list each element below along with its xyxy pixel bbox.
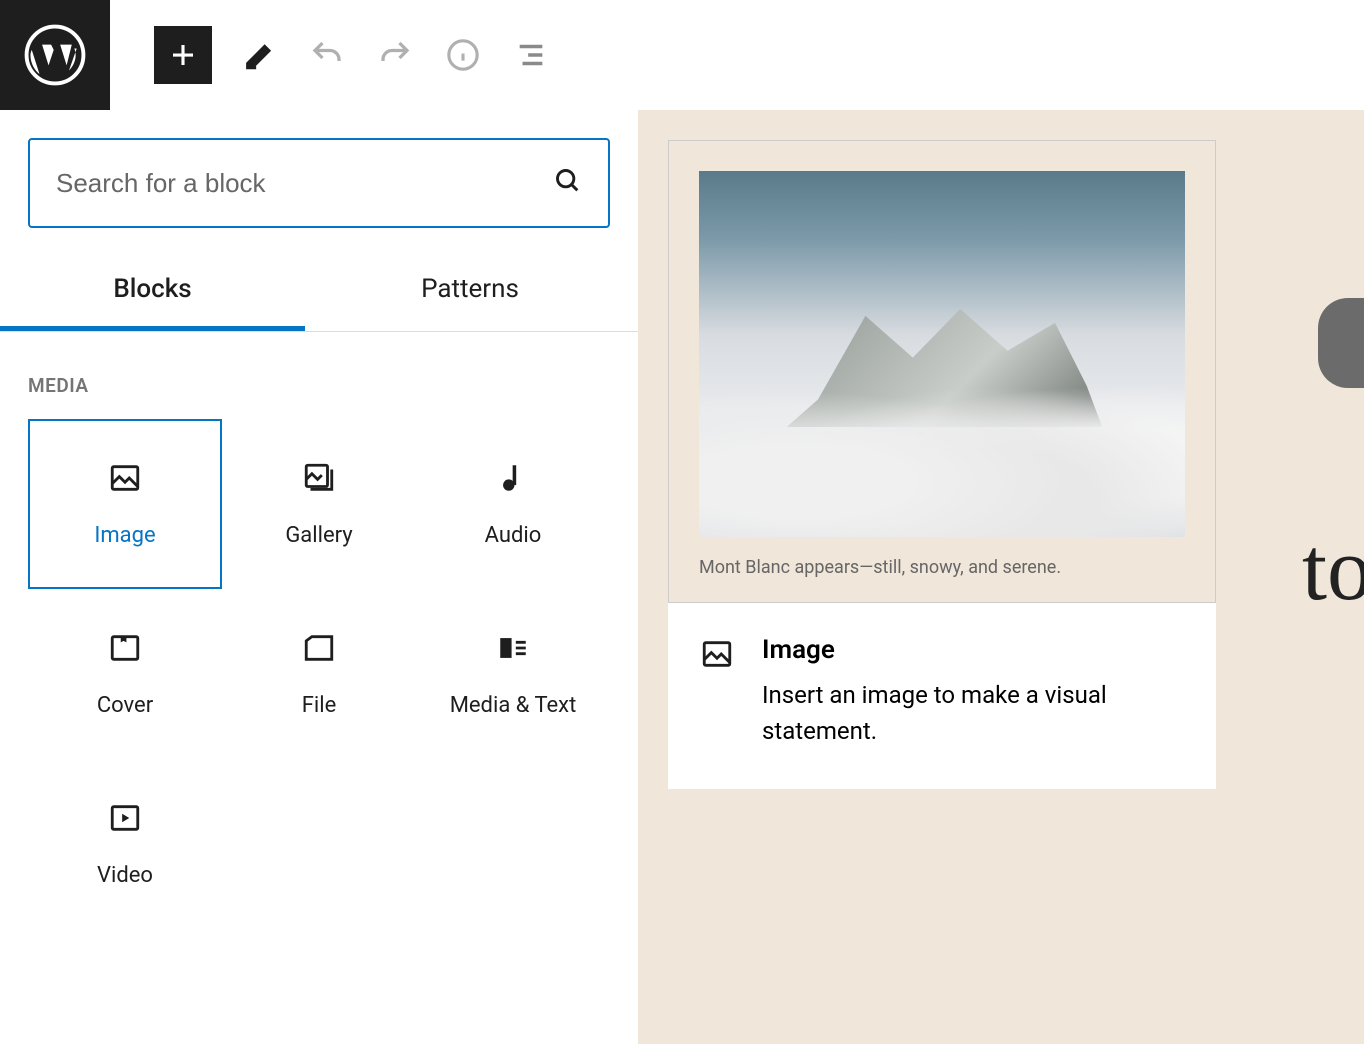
image-icon (108, 461, 142, 495)
preview-caption: Mont Blanc appears—still, snowy, and ser… (699, 537, 1185, 602)
block-label: File (302, 693, 337, 718)
block-image[interactable]: Image (28, 419, 222, 589)
info-title: Image (762, 635, 1184, 665)
tab-blocks[interactable]: Blocks (0, 252, 305, 331)
search-icon (554, 167, 582, 199)
list-icon (514, 38, 548, 72)
block-media-text[interactable]: Media & Text (416, 589, 610, 759)
block-cover[interactable]: Cover (28, 589, 222, 759)
redo-icon (377, 37, 413, 73)
tab-patterns[interactable]: Patterns (305, 252, 635, 331)
bg-decoration (1318, 298, 1364, 388)
wordpress-logo[interactable] (0, 0, 110, 110)
block-label: Video (97, 863, 153, 888)
plus-icon (168, 40, 198, 70)
media-text-icon (496, 631, 530, 665)
block-info-card: Image Insert an image to make a visual s… (668, 603, 1216, 789)
search-box[interactable] (28, 138, 610, 228)
topbar (0, 0, 1364, 110)
pencil-icon (242, 38, 276, 72)
info-description: Insert an image to make a visual stateme… (762, 677, 1184, 749)
block-grid: Image Gallery Audio Cover (0, 419, 638, 929)
redo-button[interactable] (374, 34, 416, 76)
video-icon (108, 801, 142, 835)
preview-image (699, 171, 1185, 537)
gallery-icon (302, 461, 336, 495)
bg-text: to (1302, 518, 1364, 621)
audio-icon (496, 461, 530, 495)
search-input[interactable] (56, 168, 554, 199)
add-block-button[interactable] (154, 26, 212, 84)
block-audio[interactable]: Audio (416, 419, 610, 589)
tabs: Blocks Patterns (0, 252, 638, 332)
toolbar (110, 26, 552, 84)
section-title-media: MEDIA (0, 332, 638, 419)
outline-button[interactable] (510, 34, 552, 76)
block-file[interactable]: File (222, 589, 416, 759)
preview-card: Mont Blanc appears—still, snowy, and ser… (668, 140, 1216, 603)
block-label: Cover (97, 693, 153, 718)
block-video[interactable]: Video (28, 759, 222, 929)
image-icon (700, 637, 734, 671)
preview-pane: to Mont Blanc appears—still, snowy, and … (638, 110, 1364, 1044)
tools-button[interactable] (238, 34, 280, 76)
main: Blocks Patterns MEDIA Image Gallery (0, 110, 1364, 1044)
search-wrap (0, 110, 638, 252)
details-button[interactable] (442, 34, 484, 76)
block-inserter: Blocks Patterns MEDIA Image Gallery (0, 110, 638, 1044)
block-label: Gallery (285, 523, 352, 548)
block-label: Media & Text (450, 693, 577, 718)
block-label: Image (94, 523, 155, 548)
block-gallery[interactable]: Gallery (222, 419, 416, 589)
info-icon (446, 38, 480, 72)
wordpress-icon (24, 24, 86, 86)
undo-icon (309, 37, 345, 73)
block-label: Audio (485, 523, 542, 548)
cover-icon (108, 631, 142, 665)
file-icon (302, 631, 336, 665)
undo-button[interactable] (306, 34, 348, 76)
